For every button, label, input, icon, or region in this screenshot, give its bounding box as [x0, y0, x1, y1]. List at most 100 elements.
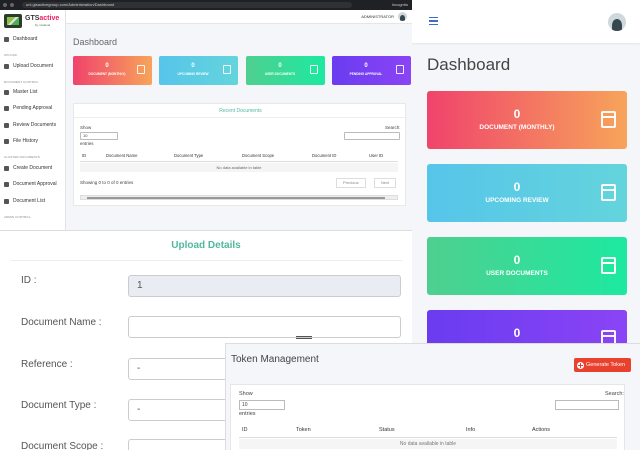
- entries-select[interactable]: 10: [239, 400, 285, 410]
- stat-card-monthly[interactable]: 0 DOCUMENT (MONTHLY): [73, 56, 152, 85]
- sidebar-item-label: Dashboard: [13, 36, 38, 42]
- sidebar-item-dashboard[interactable]: Dashboard: [4, 34, 64, 44]
- stat-label: USER DOCUMENTS: [264, 72, 296, 76]
- stat-label: PENDING APPROVAL: [349, 72, 383, 76]
- header-divider: [80, 161, 398, 162]
- sidebar-item-history[interactable]: File History: [4, 136, 64, 146]
- show-label: Show: [80, 125, 92, 130]
- avatar[interactable]: [608, 13, 626, 31]
- stat-value: 0: [105, 63, 109, 69]
- col-document-type[interactable]: Document Type: [174, 153, 203, 158]
- browser-chrome: uni.gtsactivegroup.com/Administration/Da…: [0, 0, 412, 10]
- stat-card-pending[interactable]: 0 PENDING APPROVAL: [332, 56, 411, 85]
- sidebar-item-create[interactable]: Create Document: [4, 163, 64, 173]
- upload-icon: [4, 63, 9, 69]
- col-info[interactable]: Info: [466, 427, 475, 433]
- calendar-icon: [601, 111, 616, 128]
- page-title: Dashboard: [427, 55, 511, 74]
- sidebar-section-control: DOCUMENT CONTROL: [4, 80, 39, 84]
- drag-handle-icon[interactable]: [296, 335, 312, 341]
- upload-details-title: Upload Details: [10, 231, 402, 261]
- page-title: Dashboard: [73, 37, 118, 47]
- folder-icon: [4, 198, 9, 204]
- document-name-field[interactable]: [128, 316, 401, 338]
- next-button[interactable]: Next: [374, 178, 397, 188]
- sidebar-section-upload: UPLOAD: [4, 53, 17, 57]
- col-document-name[interactable]: Document Name: [106, 153, 137, 158]
- sidebar-item-label: Upload Document: [13, 63, 54, 69]
- sidebar-item-pending[interactable]: Pending Approval: [4, 103, 64, 113]
- sidebar-item-label: Document List: [13, 198, 45, 204]
- stat-value: 0: [513, 107, 521, 121]
- sidebar-item-label: Pending Approval: [13, 105, 53, 111]
- stat-card-upcoming[interactable]: 0 UPCOMING REVIEW: [159, 56, 238, 85]
- sidebar-item-label: Create Document: [13, 165, 53, 171]
- stat-card-user-docs[interactable]: 0 USER DOCUMENTS: [246, 56, 325, 85]
- id-label: ID :: [21, 275, 37, 286]
- recent-documents-card: Recent Documents Show 10 entries Search:…: [73, 103, 407, 206]
- plus-circle-icon: [577, 361, 584, 369]
- calendar-icon: [137, 65, 145, 74]
- scrollbar-thumb[interactable]: [87, 197, 385, 199]
- stat-value: 0: [513, 253, 521, 267]
- stat-card-upcoming[interactable]: 0 UPCOMING REVIEW: [427, 164, 627, 222]
- col-user-id[interactable]: User ID: [369, 153, 383, 158]
- user-role[interactable]: ADMINISTRATOR: [361, 14, 394, 19]
- sidebar-item-upload[interactable]: Upload Document: [4, 61, 64, 71]
- col-status[interactable]: Status: [379, 427, 395, 433]
- desktop-dashboard-panel: uni.gtsactivegroup.com/Administration/Da…: [0, 0, 412, 230]
- avatar[interactable]: [398, 12, 407, 21]
- menu-icon[interactable]: [429, 17, 438, 25]
- check-file-icon: [4, 181, 9, 187]
- sidebar-item-master[interactable]: Master List: [4, 87, 64, 97]
- token-management-title: Token Management: [231, 354, 319, 365]
- back-icon[interactable]: [3, 3, 7, 7]
- sidebar-item-review[interactable]: Review Documents: [4, 120, 64, 130]
- empty-row: No data available in table: [239, 439, 617, 449]
- generate-token-label: Generate Token: [586, 362, 626, 368]
- logo-main: GTS: [25, 15, 40, 22]
- stat-label: DOCUMENT (MONTHLY): [88, 72, 126, 76]
- sidebar-item-list[interactable]: Document List: [4, 196, 64, 206]
- search-label: Search:: [385, 125, 401, 130]
- horizontal-scrollbar[interactable]: [80, 195, 398, 200]
- reference-label: Reference :: [21, 359, 73, 370]
- search-input[interactable]: [555, 400, 619, 410]
- stat-value: 0: [513, 180, 521, 194]
- stat-card-pending[interactable]: 0: [427, 310, 627, 343]
- entries-select[interactable]: 10: [80, 132, 118, 140]
- incognito-label: Incognito: [391, 2, 408, 7]
- logo-accent: active: [39, 15, 60, 22]
- empty-row: No data available in table: [80, 163, 398, 172]
- sidebar-item-approval[interactable]: Document Approval: [4, 179, 64, 189]
- document-scope-label: Document Scope :: [21, 441, 104, 450]
- stat-label: UPCOMING REVIEW: [177, 72, 209, 76]
- token-management-panel: Token Management Generate Token Show 10 …: [225, 343, 640, 450]
- reload-icon[interactable]: [10, 3, 14, 7]
- list-icon: [4, 89, 9, 95]
- col-actions[interactable]: Actions: [532, 427, 550, 433]
- col-document-id[interactable]: Document ID: [312, 153, 336, 158]
- stat-value: 0: [278, 63, 282, 69]
- address-bar[interactable]: uni.gtsactivegroup.com/Administration/Da…: [22, 2, 352, 8]
- stat-card-monthly[interactable]: 0 DOCUMENT (MONTHLY): [427, 91, 627, 149]
- file-plus-icon: [4, 165, 9, 171]
- stat-value: 0: [191, 63, 195, 69]
- col-id[interactable]: ID: [242, 427, 248, 433]
- calendar-icon: [223, 65, 231, 74]
- entries-label: entries: [80, 141, 94, 146]
- col-document-scope[interactable]: Document Scope: [242, 153, 274, 158]
- token-table-card: Show 10 entries Search: ID Token Status …: [230, 384, 625, 450]
- history-icon: [4, 138, 9, 144]
- entries-label: entries: [239, 411, 256, 417]
- logo-text: GTSactive: [25, 15, 59, 22]
- generate-token-button[interactable]: Generate Token: [574, 358, 631, 372]
- search-label: Search:: [605, 391, 624, 397]
- logo-icon[interactable]: [4, 14, 22, 28]
- col-id[interactable]: ID: [82, 153, 86, 158]
- col-token[interactable]: Token: [296, 427, 311, 433]
- sidebar-section-cluster: CLUSTER DOCUMENTS: [4, 155, 40, 159]
- search-input[interactable]: [344, 132, 400, 140]
- stat-card-user-docs[interactable]: 0 USER DOCUMENTS: [427, 237, 627, 295]
- previous-button[interactable]: Previous: [336, 178, 366, 188]
